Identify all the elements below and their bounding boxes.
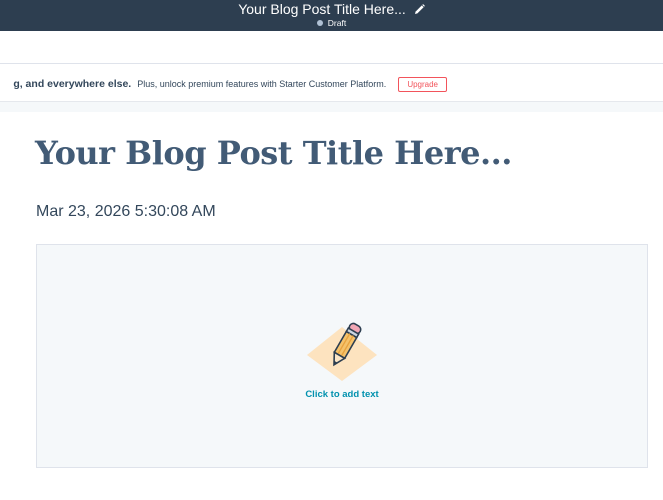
- banner-headline: g, and everywhere else.: [13, 78, 132, 90]
- header-title-row: Your Blog Post Title Here...: [0, 1, 663, 17]
- editor-header: Your Blog Post Title Here... Draft: [0, 0, 663, 31]
- click-to-add-text[interactable]: Click to add text: [37, 389, 647, 400]
- upgrade-banner: g, and everywhere else. Plus, unlock pre…: [0, 66, 663, 102]
- banner-content: g, and everywhere else. Plus, unlock pre…: [13, 66, 447, 101]
- editor-toolbar: [0, 31, 663, 64]
- status-label: Draft: [327, 17, 347, 28]
- header-title[interactable]: Your Blog Post Title Here...: [238, 1, 406, 17]
- banner-message: Plus, unlock premium features with Start…: [137, 79, 387, 89]
- pencil-illustration-icon: [305, 315, 379, 383]
- post-body-editor[interactable]: Click to add text: [36, 244, 648, 468]
- post-title[interactable]: Your Blog Post Title Here...: [35, 134, 655, 172]
- upgrade-button[interactable]: Upgrade: [398, 76, 447, 92]
- post-date: Mar 23, 2026 5:30:08 AM: [36, 203, 216, 220]
- status-dot-icon: [316, 19, 323, 26]
- pencil-icon[interactable]: [414, 3, 425, 15]
- status-row: Draft: [0, 17, 663, 28]
- banner-divider: [0, 102, 663, 112]
